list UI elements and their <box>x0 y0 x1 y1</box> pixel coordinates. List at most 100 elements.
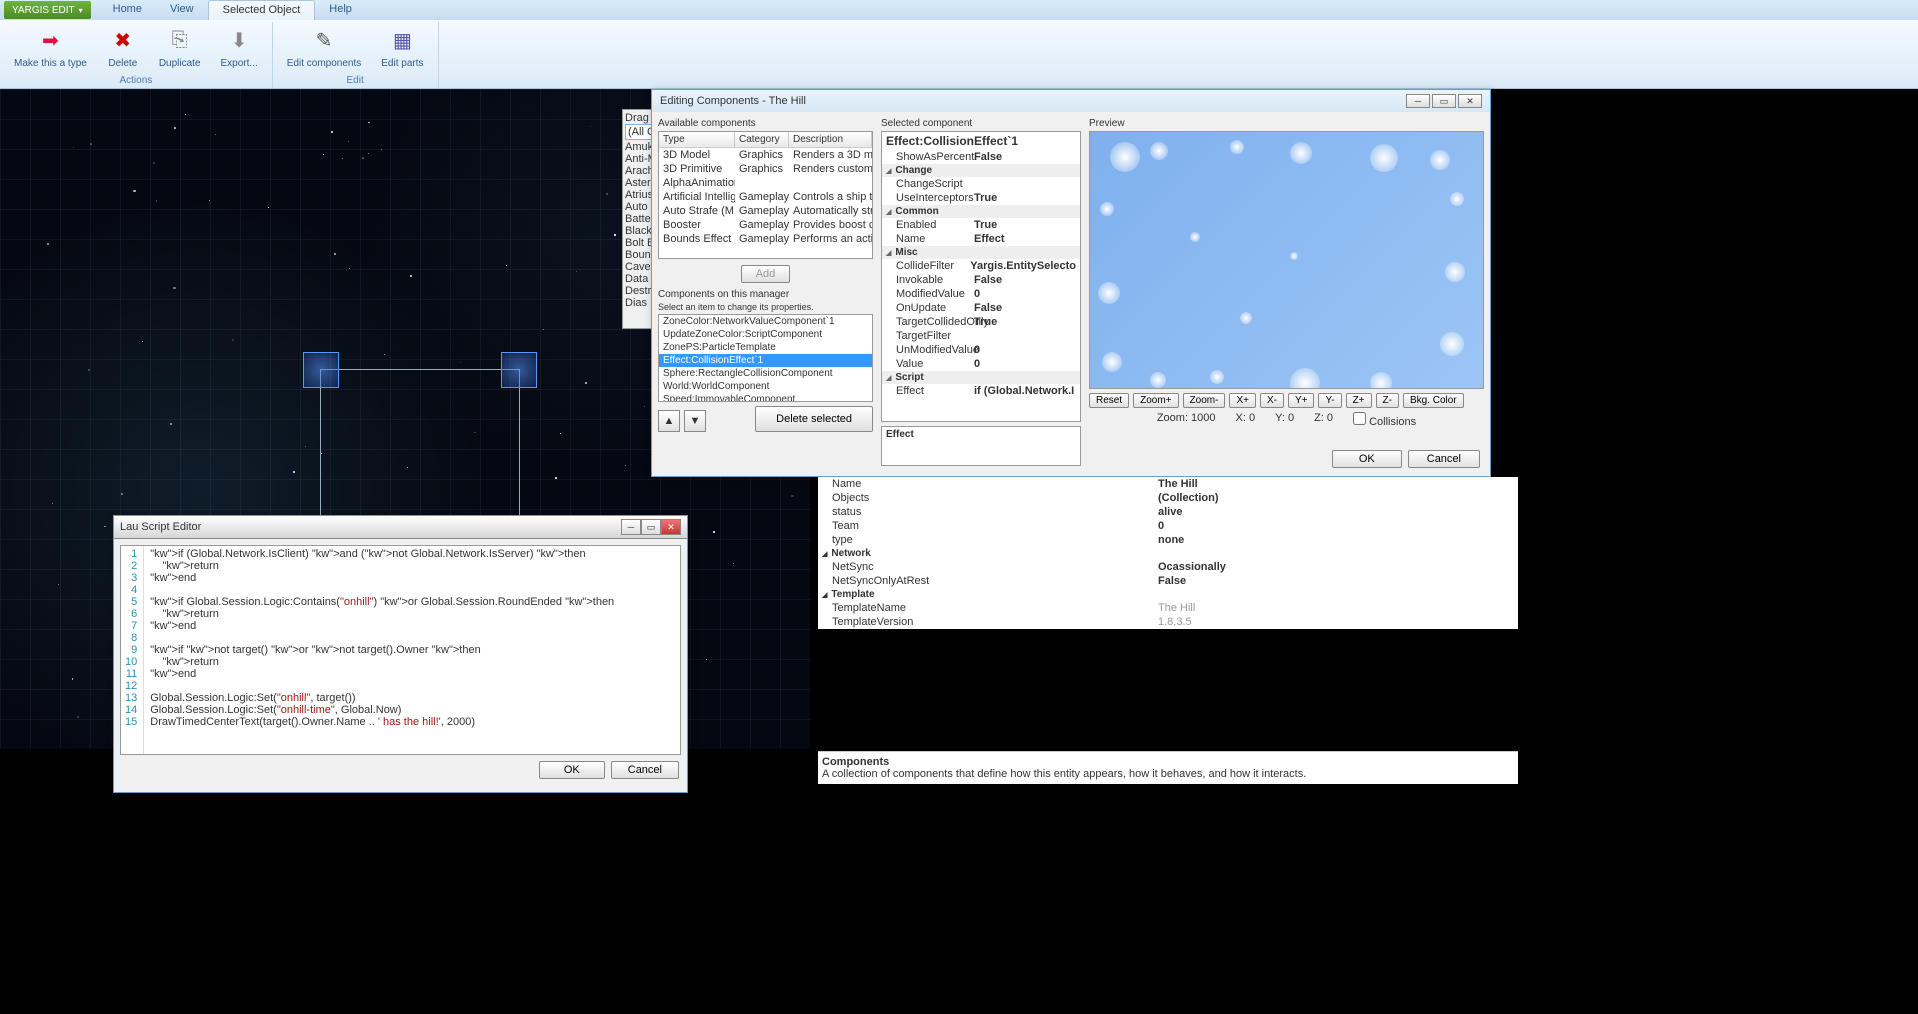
ribbon-icon: ➡ <box>34 24 66 56</box>
menu-tab-home[interactable]: Home <box>99 0 156 20</box>
preview-canvas[interactable] <box>1089 131 1484 389</box>
cancel-button[interactable]: Cancel <box>611 761 679 779</box>
add-button[interactable]: Add <box>741 265 791 283</box>
selection-handle[interactable] <box>501 352 537 388</box>
delete-selected-button[interactable]: Delete selected <box>755 406 873 432</box>
property-grid-title: Effect:CollisionEffect`1 <box>882 132 1080 150</box>
property-category[interactable]: Misc <box>882 246 1080 259</box>
available-table[interactable]: TypeCategoryDescription 3D ModelGraphics… <box>658 131 873 259</box>
property-row[interactable]: UnModifiedValue0 <box>882 343 1080 357</box>
maximize-button[interactable]: ▭ <box>1432 94 1456 108</box>
ok-button[interactable]: OK <box>1332 450 1402 468</box>
property-row[interactable]: UseInterceptorsTrue <box>882 191 1080 205</box>
property-category[interactable]: Network <box>818 547 1518 560</box>
column-header[interactable]: Type <box>659 132 735 147</box>
table-row[interactable]: AlphaAnimation <box>659 176 872 190</box>
script-editor-titlebar[interactable]: Lau Script Editor ─ ▭ ✕ <box>114 516 687 539</box>
preview-bkgcolor[interactable]: Bkg. Color <box>1403 393 1464 408</box>
dialog-titlebar[interactable]: Editing Components - The Hill ─ ▭ ✕ <box>652 90 1490 112</box>
ribbon-edit-parts[interactable]: ▦Edit parts <box>373 22 431 71</box>
table-row[interactable]: BoosterGameplayProvides boost capa <box>659 218 872 232</box>
preview-info-x: X: 0 <box>1236 412 1256 428</box>
table-row[interactable]: 3D ModelGraphicsRenders a 3D mode <box>659 148 872 162</box>
property-category[interactable]: Template <box>818 588 1518 601</box>
table-row[interactable]: Bounds EffectGameplayPerforms an action … <box>659 232 872 246</box>
property-row[interactable]: ShowAsPercentFalse <box>882 150 1080 164</box>
property-row[interactable]: NameThe Hill <box>818 477 1518 491</box>
menu-tab-help[interactable]: Help <box>315 0 366 20</box>
property-row[interactable]: NetSyncOnlyAtRestFalse <box>818 574 1518 588</box>
property-row[interactable]: Effectif (Global.Network.I <box>882 384 1080 398</box>
move-up-button[interactable]: ▲ <box>658 410 680 432</box>
property-row[interactable]: Value0 <box>882 357 1080 371</box>
property-row[interactable]: typenone <box>818 533 1518 547</box>
ok-button[interactable]: OK <box>539 761 605 779</box>
preview-x[interactable]: X- <box>1260 393 1284 408</box>
list-item[interactable]: ZonePS:ParticleTemplate <box>659 341 872 354</box>
property-row[interactable]: EnabledTrue <box>882 218 1080 232</box>
close-button[interactable]: ✕ <box>1458 94 1482 108</box>
ribbon-icon: ⎘ <box>164 24 196 56</box>
selection-handle[interactable] <box>303 352 339 388</box>
preview-z[interactable]: Z- <box>1376 393 1399 408</box>
property-row[interactable]: TargetFilter <box>882 329 1080 343</box>
property-row[interactable]: Team0 <box>818 519 1518 533</box>
ribbon-edit-components[interactable]: ✎Edit components <box>279 22 370 71</box>
property-category[interactable]: Script <box>882 371 1080 384</box>
property-row[interactable]: TemplateVersion1.8.3.5 <box>818 615 1518 629</box>
table-row[interactable]: Artificial Intellig...GameplayControls a… <box>659 190 872 204</box>
maximize-button[interactable]: ▭ <box>641 519 661 535</box>
property-grid[interactable]: Effect:CollisionEffect`1 ShowAsPercentFa… <box>881 131 1081 422</box>
property-category[interactable]: Common <box>882 205 1080 218</box>
property-row[interactable]: Objects(Collection) <box>818 491 1518 505</box>
property-row[interactable]: InvokableFalse <box>882 273 1080 287</box>
app-menu-button[interactable]: YARGIS EDIT <box>4 1 91 19</box>
table-row[interactable]: 3D PrimitiveGraphicsRenders custom 3D <box>659 162 872 176</box>
column-header[interactable]: Description <box>789 132 872 147</box>
manager-list[interactable]: ZoneColor:NetworkValueComponent`1UpdateZ… <box>658 314 873 402</box>
property-row[interactable]: OnUpdateFalse <box>882 301 1080 315</box>
components-dialog: Editing Components - The Hill ─ ▭ ✕ Avai… <box>651 89 1491 477</box>
property-row[interactable]: ModifiedValue0 <box>882 287 1080 301</box>
ribbon-export---[interactable]: ⬇Export... <box>213 22 266 71</box>
property-row[interactable]: statusalive <box>818 505 1518 519</box>
list-item[interactable]: Speed:ImmovableComponent <box>659 393 872 402</box>
preview-zoom[interactable]: Zoom- <box>1183 393 1226 408</box>
column-header[interactable]: Category <box>735 132 789 147</box>
property-category[interactable]: Change <box>882 164 1080 177</box>
ribbon-duplicate[interactable]: ⎘Duplicate <box>151 22 209 71</box>
menu-tab-selected-object[interactable]: Selected Object <box>208 0 316 20</box>
list-item[interactable]: Sphere:RectangleCollisionComponent <box>659 367 872 380</box>
property-row[interactable]: NameEffect <box>882 232 1080 246</box>
property-row[interactable]: NetSyncOcassionally <box>818 560 1518 574</box>
cancel-button[interactable]: Cancel <box>1408 450 1480 468</box>
list-item[interactable]: UpdateZoneColor:ScriptComponent <box>659 328 872 341</box>
property-description: Effect <box>881 426 1081 466</box>
minimize-button[interactable]: ─ <box>621 519 641 535</box>
close-button[interactable]: ✕ <box>661 519 681 535</box>
list-item[interactable]: Effect:CollisionEffect`1 <box>659 354 872 367</box>
list-item[interactable]: ZoneColor:NetworkValueComponent`1 <box>659 315 872 328</box>
property-row[interactable]: CollideFilterYargis.EntitySelecto <box>882 259 1080 273</box>
property-row[interactable]: ChangeScript <box>882 177 1080 191</box>
preview-y[interactable]: Y- <box>1318 393 1341 408</box>
preview-z[interactable]: Z+ <box>1346 393 1372 408</box>
list-item[interactable]: World:WorldComponent <box>659 380 872 393</box>
preview-zoom[interactable]: Zoom+ <box>1133 393 1178 408</box>
preview-x[interactable]: X+ <box>1229 393 1256 408</box>
preview-reset[interactable]: Reset <box>1089 393 1129 408</box>
menu-bar: YARGIS EDIT HomeViewSelected ObjectHelp <box>0 0 1918 20</box>
property-row[interactable]: TargetCollidedOnlyTrue <box>882 315 1080 329</box>
preview-info-y: Y: 0 <box>1275 412 1294 428</box>
table-row[interactable]: Auto Strafe (M...GameplayAutomatically s… <box>659 204 872 218</box>
menu-tab-view[interactable]: View <box>156 0 208 20</box>
ribbon-delete[interactable]: ✖Delete <box>99 22 147 71</box>
property-row[interactable]: TemplateNameThe Hill <box>818 601 1518 615</box>
code-editor[interactable]: 123456789101112131415 "kw">if (Global.Ne… <box>120 545 681 755</box>
move-down-button[interactable]: ▼ <box>684 410 706 432</box>
entity-description: Components A collection of components th… <box>818 751 1518 784</box>
ribbon-make-this-a-type[interactable]: ➡Make this a type <box>6 22 95 71</box>
minimize-button[interactable]: ─ <box>1406 94 1430 108</box>
preview-y[interactable]: Y+ <box>1288 393 1315 408</box>
collisions-checkbox[interactable] <box>1353 412 1366 425</box>
